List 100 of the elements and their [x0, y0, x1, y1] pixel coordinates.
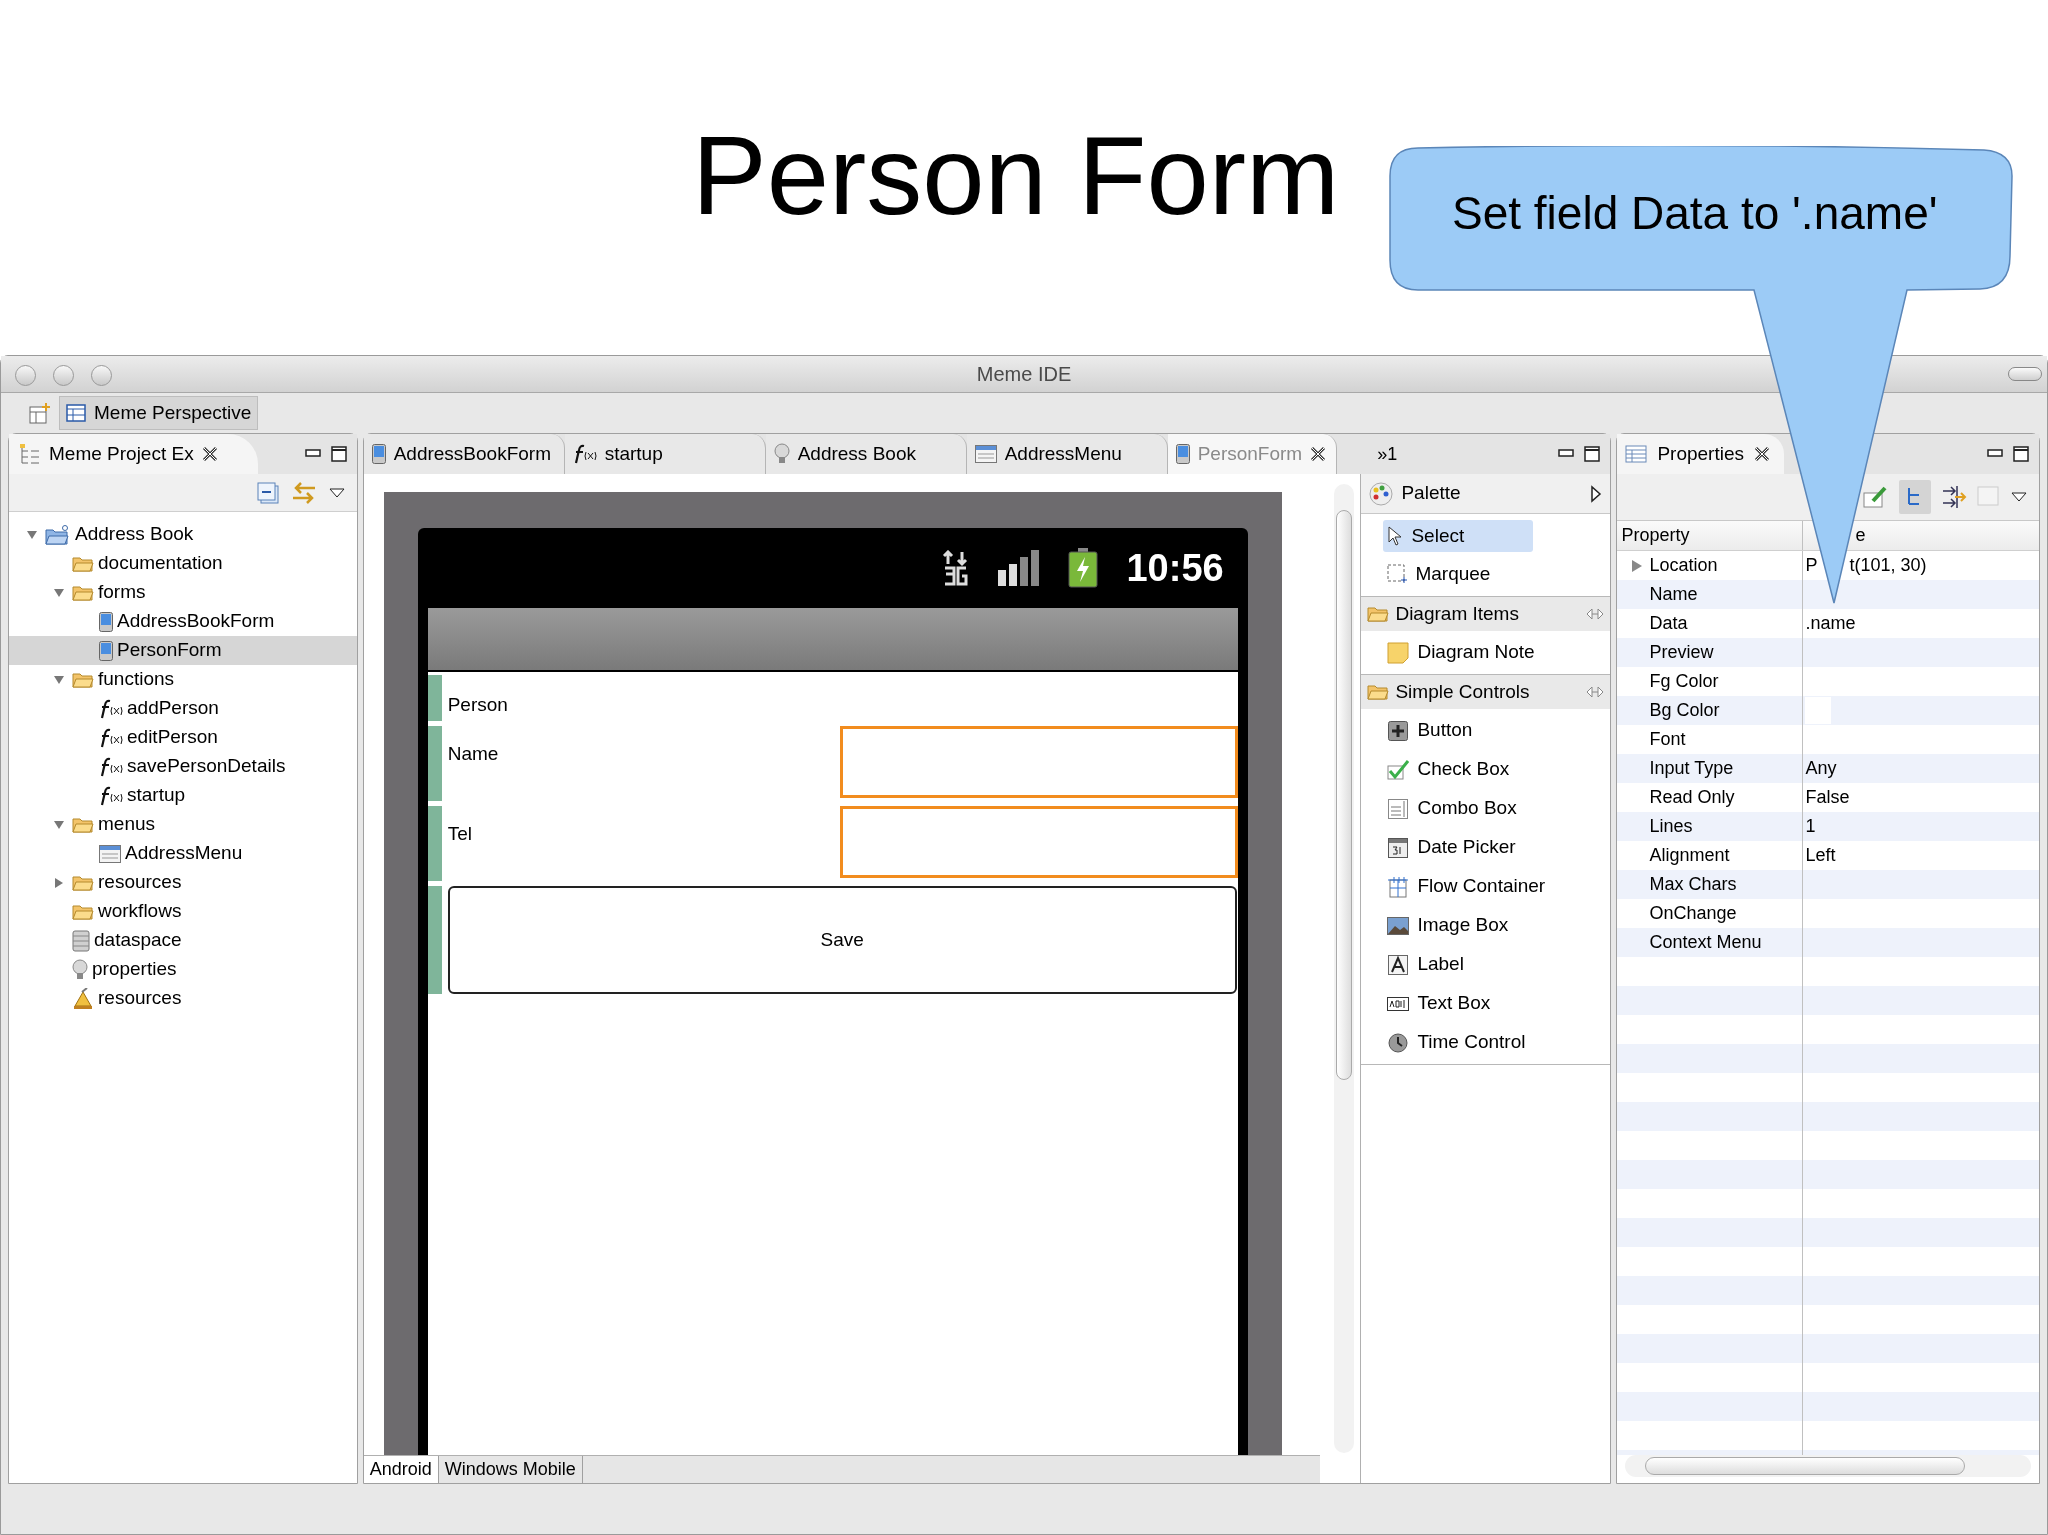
minimize-icon[interactable] [304, 449, 321, 459]
panel-tab[interactable]: Properties [1617, 434, 1785, 474]
collapse-arrow-icon[interactable] [26, 528, 38, 541]
minimize-icon[interactable] [1558, 449, 1575, 459]
tree-item[interactable]: editPerson [9, 723, 357, 752]
tree-item[interactable]: PersonForm [9, 636, 357, 665]
vertical-scrollbar[interactable] [1334, 484, 1355, 1453]
minimize-icon[interactable] [1987, 449, 2003, 459]
window-title: Meme IDE [976, 362, 1072, 387]
palette-group-header[interactable]: Simple Controls [1361, 675, 1611, 709]
tree-item[interactable]: workflows [9, 897, 357, 926]
note-icon [1387, 641, 1410, 664]
property-name: OnChange [1649, 902, 1737, 925]
save-button[interactable]: Save [447, 886, 1237, 994]
phone-icon [99, 640, 113, 661]
tree-item[interactable]: forms [9, 578, 357, 607]
row-marker [427, 675, 442, 721]
palette-item[interactable]: Text Box [1387, 984, 1611, 1023]
network-3g-icon [942, 550, 971, 586]
tree-item[interactable]: addPerson [9, 694, 357, 723]
menu-icon [974, 445, 997, 463]
collapse-all-icon[interactable] [256, 481, 279, 504]
tree-item[interactable]: startup [9, 781, 357, 810]
palette-item[interactable]: Check Box [1387, 750, 1611, 789]
tree-item[interactable]: savePersonDetails [9, 752, 357, 781]
text-field[interactable] [839, 726, 1238, 798]
pin-icon[interactable] [1586, 608, 1605, 620]
maximize-icon[interactable] [330, 446, 347, 462]
palette-item[interactable]: Button [1387, 711, 1611, 750]
bell-icon [72, 987, 94, 1010]
filter-arrows-icon[interactable] [1941, 485, 1967, 509]
pin-icon[interactable] [1586, 686, 1605, 698]
editor-tab[interactable]: Address Book [765, 434, 967, 474]
edit-icon[interactable] [1863, 485, 1889, 509]
tree-item[interactable]: resources [9, 868, 357, 897]
menu-icon [99, 844, 121, 863]
tree-item[interactable]: resources [9, 984, 357, 1013]
overflow-tabs[interactable]: »1 [1377, 440, 1398, 468]
palette-item[interactable]: Image Box [1387, 906, 1611, 945]
combo-icon [1388, 798, 1409, 819]
folder-icon [72, 554, 94, 573]
tree-item[interactable]: documentation [9, 549, 357, 578]
tree-item[interactable]: AddressBookForm [9, 607, 357, 636]
tree-view-button[interactable] [1899, 480, 1931, 514]
tree-item[interactable]: properties [9, 955, 357, 984]
horizontal-scrollbar[interactable] [1625, 1455, 2031, 1477]
palette-item[interactable]: Label [1387, 945, 1611, 984]
folder-icon [45, 524, 71, 545]
column-header[interactable]: Property [1621, 522, 1690, 549]
close-icon[interactable] [1310, 446, 1327, 462]
property-name: Data [1649, 612, 1688, 635]
text-field[interactable] [839, 806, 1238, 878]
folder-icon [72, 873, 94, 892]
maximize-icon[interactable] [1584, 446, 1601, 462]
editor-tab[interactable]: AddressBookForm [363, 434, 565, 474]
tree-item[interactable]: dataspace [9, 926, 357, 955]
expand-arrow-icon[interactable] [1590, 484, 1603, 503]
collapse-arrow-icon[interactable] [53, 673, 65, 686]
dropdown-icon[interactable] [2011, 491, 2027, 503]
dropdown-icon[interactable] [328, 486, 345, 499]
hierarchy-icon [19, 443, 41, 465]
palette-item[interactable]: Time Control [1387, 1023, 1611, 1062]
tree-item[interactable]: Address Book [9, 520, 357, 549]
column-header[interactable]: e [1855, 522, 1866, 549]
property-value: Any [1805, 757, 1837, 780]
palette-item[interactable]: Flow Container [1387, 867, 1611, 906]
editor-tab[interactable]: AddressMenu [966, 434, 1168, 474]
palette-tool[interactable]: Marquee [1383, 558, 1534, 590]
property-name: Fg Color [1649, 670, 1719, 693]
palette-tool[interactable]: Select [1383, 520, 1534, 552]
property-name: Bg Color [1649, 699, 1720, 722]
new-window-icon[interactable] [29, 402, 51, 424]
panel-tab[interactable]: Meme Project Ex [9, 434, 258, 474]
palette-item[interactable]: Date Picker [1387, 828, 1611, 867]
close-icon[interactable] [1754, 446, 1771, 462]
editor-tab[interactable]: startup [564, 434, 766, 474]
maximize-icon[interactable] [2013, 446, 2029, 462]
folder-icon [72, 815, 94, 834]
tree-item[interactable]: menus [9, 810, 357, 839]
phone-icon [99, 611, 113, 632]
folder-icon [72, 902, 94, 921]
tree-item[interactable]: functions [9, 665, 357, 694]
collapse-arrow-icon[interactable] [53, 586, 65, 599]
palette-item[interactable]: Diagram Note [1387, 633, 1611, 672]
close-icon[interactable] [201, 446, 218, 462]
calendar-icon [1388, 837, 1409, 858]
signal-icon [998, 550, 1041, 586]
form-label: Tel [446, 822, 473, 846]
perspective-button[interactable]: Meme Perspective [59, 396, 259, 430]
device-tab[interactable]: Android [363, 1456, 439, 1483]
palette-item[interactable]: Combo Box [1387, 789, 1611, 828]
palette-group-header[interactable]: Diagram Items [1361, 597, 1611, 631]
marquee-icon [1387, 564, 1408, 584]
collapse-arrow-icon[interactable] [53, 818, 65, 831]
pointer-icon [1387, 526, 1404, 546]
checkmark-icon [1387, 759, 1410, 780]
tree-item[interactable]: AddressMenu [9, 839, 357, 868]
property-name: Read Only [1649, 786, 1735, 809]
folder-icon [1367, 605, 1390, 623]
form-label: Name [446, 742, 500, 766]
